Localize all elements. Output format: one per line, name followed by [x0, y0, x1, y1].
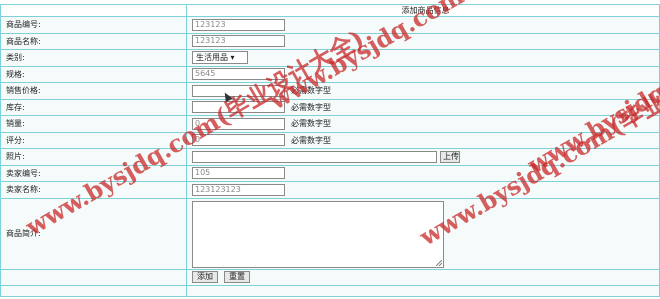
chevron-down-icon: ▾ — [230, 53, 235, 63]
label-product-code: 商品编号: — [0, 16, 187, 34]
label-intro: 商品简介: — [0, 197, 187, 270]
stock-hint: 必需数字型 — [291, 102, 331, 112]
label-price: 销售价格: — [0, 82, 187, 100]
category-selected-value: 生活用品 — [196, 53, 228, 63]
label-product-name: 商品名称: — [0, 32, 187, 50]
label-rating: 评分: — [0, 131, 187, 149]
rating-input[interactable]: 0 — [192, 134, 285, 147]
resize-grip-icon[interactable] — [436, 260, 442, 266]
submit-button[interactable]: 添加 — [192, 271, 218, 284]
price-input[interactable] — [192, 84, 285, 97]
product-code-input[interactable]: 123123 — [192, 18, 285, 31]
rating-hint: 必需数字型 — [291, 135, 331, 145]
sales-input[interactable]: 0 — [192, 117, 285, 130]
add-product-form: 添加商品信息 商品编号: 123123 商品名称: 123123 类别: 生活用… — [0, 4, 660, 297]
label-stock: 库存: — [0, 98, 187, 116]
price-hint: 必需数字型 — [291, 86, 331, 96]
seller-id-input[interactable]: 105 — [192, 167, 285, 180]
stock-input[interactable] — [192, 101, 285, 114]
label-seller-id: 卖家编号: — [0, 164, 187, 182]
seller-name-input[interactable]: 123123123 — [192, 183, 285, 196]
category-select[interactable]: 生活用品 ▾ — [192, 51, 248, 65]
photo-input[interactable] — [192, 150, 437, 163]
reset-button[interactable]: 重置 — [224, 271, 250, 284]
intro-textarea[interactable] — [192, 201, 444, 268]
label-seller-name: 卖家名称: — [0, 181, 187, 199]
product-name-input[interactable]: 123123 — [192, 35, 285, 48]
spec-input[interactable]: 5645 — [192, 68, 285, 81]
label-sales: 销量: — [0, 115, 187, 133]
form-title: 添加商品信息 — [186, 4, 660, 17]
label-photo: 照片: — [0, 148, 187, 166]
sales-hint: 必需数字型 — [291, 119, 331, 129]
label-category: 类别: — [0, 49, 187, 67]
upload-button[interactable]: 上传 — [440, 150, 460, 163]
label-spec: 规格: — [0, 65, 187, 83]
